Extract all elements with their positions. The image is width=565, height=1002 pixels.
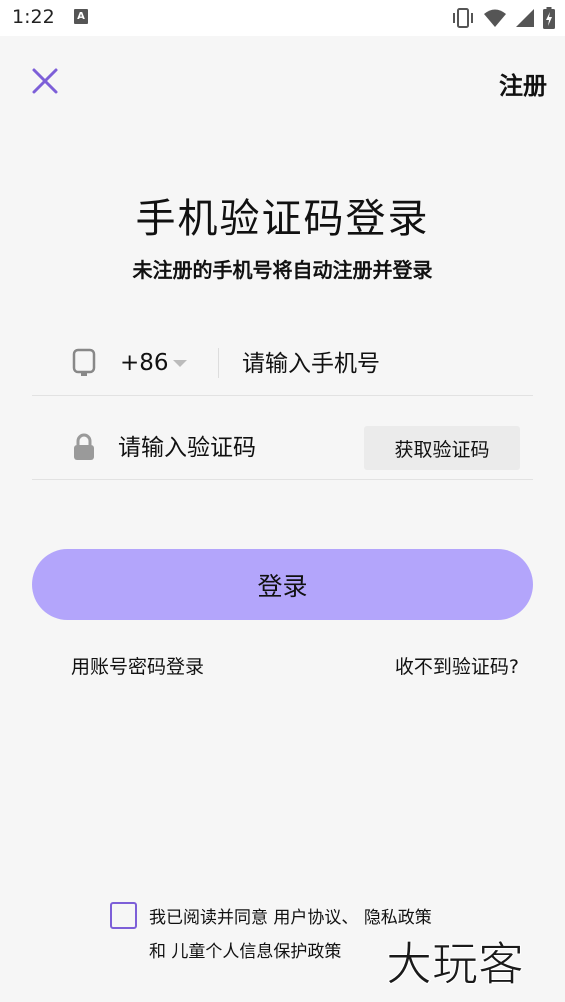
status-time: 1:22 bbox=[12, 6, 55, 28]
status-bar: 1:22 A bbox=[0, 0, 565, 36]
agreement-text-line1: 我已阅读并同意 用户协议、 隐私政策 bbox=[149, 903, 432, 928]
privacy-policy-link[interactable]: 隐私政策 bbox=[364, 908, 432, 928]
phone-icon bbox=[72, 348, 96, 376]
get-code-button[interactable]: 获取验证码 bbox=[364, 426, 520, 470]
notification-badge: A bbox=[74, 9, 88, 24]
agreement-checkbox[interactable] bbox=[110, 902, 137, 929]
no-code-help-link[interactable]: 收不到验证码? bbox=[395, 652, 519, 679]
status-icons bbox=[451, 7, 555, 29]
agreement-and: 和 bbox=[149, 942, 166, 962]
watermark-text: 大玩客 bbox=[386, 937, 524, 991]
country-code-selector[interactable]: +86 bbox=[120, 350, 169, 376]
battery-icon bbox=[543, 7, 555, 29]
login-button[interactable]: 登录 bbox=[32, 549, 533, 620]
login-page: 1:22 A 注册 手机验证码登录 未注册的手机号将自动注册并登录 +86 请输… bbox=[0, 0, 565, 1002]
child-policy-link[interactable]: 儿童个人信息保护政策 bbox=[171, 942, 341, 962]
verification-code-input[interactable] bbox=[118, 430, 348, 466]
vibrate-icon bbox=[453, 8, 473, 28]
code-field-row: 获取验证码 bbox=[32, 420, 533, 480]
lock-icon bbox=[74, 433, 94, 460]
wifi-icon bbox=[484, 9, 506, 27]
watermark-logo: 大玩客 bbox=[386, 937, 525, 992]
phone-field-row: +86 bbox=[32, 336, 533, 396]
user-agreement-link[interactable]: 用户协议 bbox=[273, 908, 341, 928]
close-icon bbox=[32, 68, 58, 94]
agreement-prefix: 我已阅读并同意 bbox=[149, 908, 268, 928]
page-subtitle: 未注册的手机号将自动注册并登录 bbox=[132, 258, 433, 282]
page-title: 手机验证码登录 bbox=[135, 196, 430, 242]
password-login-link[interactable]: 用账号密码登录 bbox=[71, 652, 204, 679]
signal-icon bbox=[516, 9, 534, 27]
chevron-down-icon[interactable] bbox=[173, 360, 187, 367]
agreement-text-line2: 和 儿童个人信息保护政策 bbox=[149, 937, 341, 962]
agreement-separator: 、 bbox=[341, 908, 359, 928]
field-divider bbox=[218, 348, 219, 378]
phone-input[interactable] bbox=[242, 346, 512, 382]
close-button[interactable] bbox=[30, 66, 60, 96]
register-link[interactable]: 注册 bbox=[499, 66, 547, 101]
